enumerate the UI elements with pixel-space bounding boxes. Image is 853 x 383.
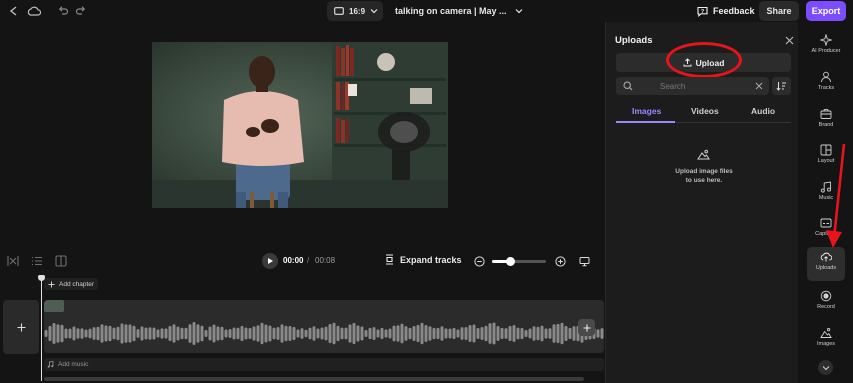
record-icon [820, 290, 832, 302]
empty-state-text: Upload image files to use here. [656, 167, 752, 185]
annotation-arrow [826, 143, 846, 248]
add-chapter-label: Add chapter [59, 280, 95, 288]
top-bar: 16:9 talking on camera | May ... ? Feedb… [0, 0, 853, 22]
list-icon[interactable] [30, 254, 44, 268]
display-icon[interactable] [578, 255, 590, 267]
uploads-panel: Uploads Upload Search Images Videos Audi… [605, 22, 798, 383]
chevron-down-icon [370, 8, 378, 14]
annotation-circle [666, 42, 742, 78]
chevron-down-icon [515, 8, 523, 14]
expand-tracks-label: Expand tracks [400, 254, 462, 265]
expand-tracks-button[interactable]: Expand tracks [384, 254, 462, 265]
project-title-text: talking on camera | May ... [395, 6, 507, 16]
empty-state-line-1: Upload image files [675, 168, 733, 175]
zoom-slider-handle[interactable] [506, 257, 516, 266]
add-track-button[interactable] [3, 300, 39, 354]
video-preview[interactable] [152, 42, 448, 208]
play-button[interactable] [262, 253, 278, 269]
zoom-out-icon[interactable] [473, 255, 485, 267]
feedback-icon: ? [697, 6, 708, 17]
plus-icon [17, 323, 26, 332]
sort-icon [776, 81, 787, 91]
split-icon[interactable] [6, 254, 20, 268]
briefcase-icon [820, 109, 832, 119]
rail-item-brand[interactable]: Brand [807, 104, 845, 138]
time-separator: / [307, 256, 310, 265]
screen-icon [334, 7, 344, 15]
image-icon [696, 147, 710, 161]
chevron-down-icon [822, 365, 830, 371]
aspect-ratio-button[interactable]: 16:9 [327, 1, 383, 21]
image-icon [820, 327, 832, 338]
add-music-label: Add music [58, 361, 89, 368]
tab-audio[interactable]: Audio [751, 106, 775, 116]
feedback-button[interactable]: ? Feedback [697, 2, 755, 20]
rail-label: Brand [818, 122, 834, 128]
search-placeholder: Search [660, 82, 686, 91]
rail-label: AI Producer [811, 48, 841, 54]
rail-item-ai-producer[interactable]: AI Producer [807, 30, 845, 64]
close-icon[interactable] [783, 34, 795, 46]
empty-state-line-2: to use here. [685, 177, 723, 184]
add-chapter-button[interactable]: Add chapter [44, 278, 99, 290]
rail-item-images[interactable]: Images [807, 323, 845, 357]
clip-add-button[interactable] [578, 319, 595, 336]
collapse-icon[interactable] [6, 3, 22, 19]
zoom-in-icon[interactable] [554, 255, 566, 267]
export-button[interactable]: Export [806, 1, 846, 21]
plus-icon [48, 281, 55, 288]
rail-label: Record [817, 304, 835, 310]
undo-icon[interactable] [55, 3, 71, 19]
play-icon [266, 257, 274, 265]
person-icon [821, 71, 831, 83]
playback-controls: 00:00 / 00:08 Expand tracks [0, 250, 604, 272]
rail-label: Images [816, 341, 836, 347]
panel-title: Uploads [615, 35, 653, 46]
music-note-icon [47, 361, 54, 368]
rail-more-button[interactable] [818, 360, 833, 375]
project-title[interactable]: talking on camera | May ... [395, 0, 523, 22]
timeline: Add chapter Add music [0, 274, 604, 383]
add-music-track[interactable]: Add music [44, 358, 604, 371]
video-frame [152, 42, 448, 208]
split-view-icon[interactable] [54, 254, 68, 268]
rail-label: Tracks [817, 85, 835, 91]
sparkle-icon [820, 34, 832, 46]
expand-tracks-icon [384, 254, 395, 265]
tab-images[interactable]: Images [632, 106, 661, 116]
search-field[interactable]: Search [616, 77, 769, 95]
total-time: 00:08 [315, 256, 336, 265]
clear-icon[interactable] [753, 80, 765, 92]
timeline-scrollbar[interactable] [44, 377, 584, 381]
tab-videos[interactable]: Videos [691, 106, 719, 116]
cloud-sync-icon[interactable] [26, 3, 42, 19]
search-icon [622, 80, 634, 92]
rail-item-tracks[interactable]: Tracks [807, 67, 845, 101]
rail-item-record[interactable]: Record [807, 286, 845, 320]
current-time: 00:00 [283, 256, 304, 265]
active-tab-indicator [616, 121, 675, 123]
audio-waveform [44, 322, 604, 345]
rail-label: Uploads [815, 265, 837, 271]
redo-icon[interactable] [73, 3, 89, 19]
aspect-ratio-label: 16:9 [349, 6, 366, 16]
plus-icon [583, 324, 591, 332]
playhead-line [41, 276, 42, 381]
sort-button[interactable] [772, 77, 791, 95]
feedback-label: Feedback [713, 6, 755, 16]
share-button[interactable]: Share [759, 1, 799, 21]
video-clip[interactable] [44, 300, 604, 353]
clip-thumbnail [44, 300, 64, 312]
